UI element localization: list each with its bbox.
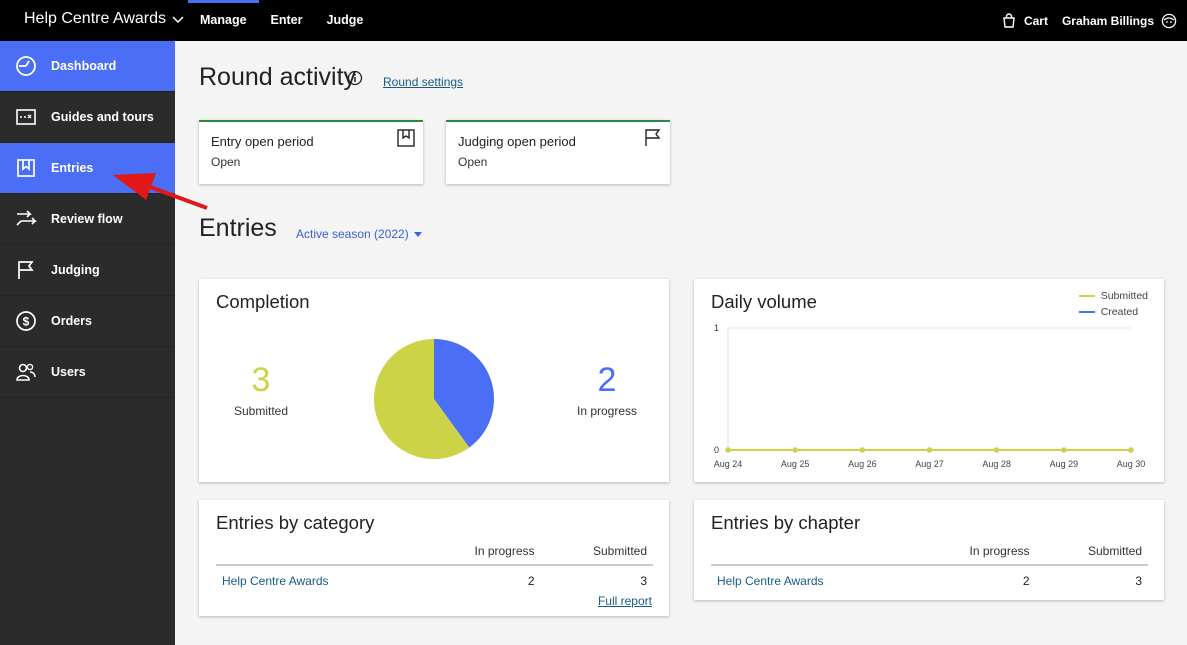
- data-point: [926, 447, 933, 453]
- column-header: [216, 540, 418, 566]
- period-title: Entry open period: [211, 134, 314, 149]
- top-bar: Help Centre Awards Manage Enter Judge Ca…: [0, 0, 1187, 41]
- column-header: [711, 540, 913, 566]
- x-tick-label: Aug 27: [915, 459, 944, 469]
- app-switcher[interactable]: Help Centre Awards: [24, 10, 184, 28]
- column-header: In progress: [912, 540, 1036, 566]
- season-label: Active season (2022): [296, 227, 409, 241]
- y-tick-label: 0: [714, 445, 719, 455]
- nav-manage[interactable]: Manage: [188, 0, 259, 41]
- data-point: [792, 447, 798, 453]
- submitted-label: Submitted: [233, 404, 289, 418]
- user-menu[interactable]: Graham Billings: [1062, 13, 1177, 29]
- period-title: Judging open period: [458, 134, 576, 149]
- x-tick-label: Aug 24: [714, 459, 743, 469]
- column-header: In progress: [417, 540, 541, 566]
- data-point: [1061, 447, 1067, 453]
- cart-label: Cart: [1023, 13, 1048, 28]
- flag-icon: [645, 129, 661, 146]
- sidebar-item-dashboard[interactable]: Dashboard: [0, 41, 175, 92]
- sidebar-item-label: Users: [51, 365, 86, 379]
- review-flow-icon: [14, 207, 38, 231]
- data-point: [725, 447, 731, 453]
- table-row: Help Centre Awards 2 3: [216, 565, 653, 592]
- in-progress-label: In progress: [576, 404, 638, 418]
- user-name: Graham Billings: [1061, 13, 1154, 28]
- cart-button[interactable]: Cart: [1001, 12, 1048, 29]
- sidebar-item-label: Entries: [51, 161, 94, 175]
- chapter-table: In progress Submitted Help Centre Awards…: [711, 540, 1148, 592]
- card-title: Completion: [216, 291, 310, 312]
- in-progress-cell: 2: [527, 574, 535, 588]
- chevron-down-icon: [172, 16, 184, 24]
- season-dropdown[interactable]: Active season (2022): [296, 227, 422, 241]
- data-point: [859, 447, 865, 453]
- data-point: [1128, 447, 1134, 453]
- card-title: Entries by category: [216, 512, 375, 533]
- judging-open-period-card: Judging open period Open: [446, 120, 670, 184]
- dashboard-icon: [14, 54, 38, 78]
- category-link[interactable]: Help Centre Awards: [216, 565, 418, 592]
- sidebar: Dashboard Guides and tours Entries Revie…: [0, 41, 175, 645]
- completion-pie-chart: [374, 339, 495, 459]
- sidebar-item-label: Guides and tours: [51, 110, 154, 124]
- y-tick-label: 1: [714, 323, 719, 333]
- x-tick-label: Aug 28: [982, 459, 1011, 469]
- daily-volume-line-chart: 0 1 Aug 24 Aug 25 Aug 26 Aug 27 Aug 28 Aug 29 Au…: [714, 323, 1146, 469]
- category-table: In progress Submitted Help Centre Awards…: [216, 540, 653, 592]
- sidebar-item-label: Dashboard: [51, 59, 117, 73]
- svg-text:$: $: [23, 315, 30, 329]
- round-settings-link[interactable]: Round settings: [383, 75, 463, 89]
- user-face-icon: [1161, 13, 1177, 28]
- cart-icon: [1003, 12, 1015, 28]
- nav-judge[interactable]: Judge: [315, 0, 376, 41]
- sidebar-item-judging[interactable]: Judging: [0, 245, 175, 296]
- sidebar-item-label: Review flow: [51, 212, 123, 226]
- sidebar-item-orders[interactable]: $ Orders: [0, 296, 175, 347]
- sidebar-item-guides-and-tours[interactable]: Guides and tours: [0, 92, 175, 143]
- sidebar-item-entries[interactable]: Entries: [0, 143, 175, 194]
- x-tick-label: Aug 25: [781, 459, 810, 469]
- card-title: Entries by chapter: [711, 512, 861, 533]
- x-tick-label: Aug 30: [1117, 459, 1146, 469]
- users-icon: [14, 360, 38, 384]
- table-row: Help Centre Awards 2 3: [711, 565, 1148, 592]
- sidebar-item-label: Judging: [51, 263, 100, 277]
- entries-by-category-card: Entries by category In progress Submitte…: [199, 500, 669, 616]
- sidebar-item-review-flow[interactable]: Review flow: [0, 194, 175, 245]
- column-header: Submitted: [1035, 540, 1148, 566]
- main-content: Round activity Round settings Entry open…: [175, 41, 1187, 645]
- entry-open-period-card: Entry open period Open: [199, 120, 423, 184]
- x-tick-label: Aug 29: [1050, 459, 1079, 469]
- nav-enter[interactable]: Enter: [259, 0, 315, 41]
- info-icon[interactable]: [347, 70, 363, 86]
- completion-card: Completion 3 Submitted 2 In progress: [199, 279, 669, 482]
- chapter-link[interactable]: Help Centre Awards: [711, 565, 913, 592]
- entries-by-chapter-card: Entries by chapter In progress Submitted…: [694, 500, 1164, 600]
- top-nav: Manage Enter Judge: [188, 0, 375, 41]
- in-progress-cell: 2: [1022, 574, 1030, 588]
- in-progress-count: 2: [597, 361, 617, 399]
- caret-down-icon: [413, 231, 422, 237]
- full-report-link[interactable]: Full report: [598, 594, 652, 608]
- app-title: Help Centre Awards: [24, 10, 166, 27]
- bookmark-icon: [14, 156, 38, 180]
- page-title: Round activity: [199, 63, 357, 91]
- period-status: Open: [458, 155, 488, 169]
- entries-heading: Entries: [199, 214, 277, 242]
- bookmark-icon: [397, 129, 415, 147]
- x-tick-label: Aug 26: [848, 459, 877, 469]
- dollar-icon: $: [14, 309, 38, 333]
- sidebar-item-users[interactable]: Users: [0, 347, 175, 398]
- column-header: Submitted: [540, 540, 653, 566]
- period-status: Open: [211, 155, 241, 169]
- flag-icon: [14, 258, 38, 282]
- submitted-count: 3: [251, 361, 271, 399]
- daily-volume-card: Daily volume Submitted Created 0 1 Aug 24 A…: [694, 279, 1164, 482]
- submitted-cell: 3: [1135, 574, 1142, 588]
- submitted-cell: 3: [640, 574, 647, 588]
- map-icon: [14, 105, 38, 129]
- sidebar-item-label: Orders: [51, 314, 92, 328]
- data-point: [994, 447, 1000, 453]
